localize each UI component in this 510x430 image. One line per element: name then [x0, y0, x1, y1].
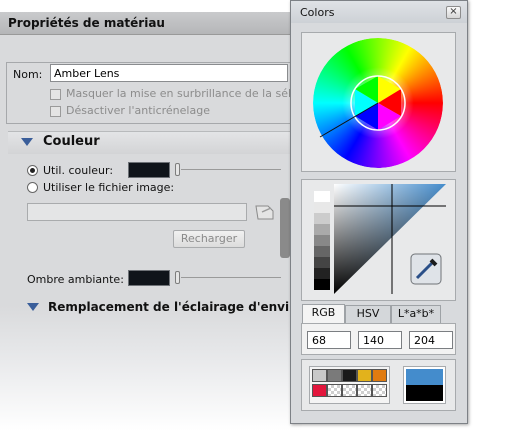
hide-highlight-label: Masquer la mise en surbrillance de la sé… — [66, 87, 302, 100]
shade-triangle[interactable] — [302, 180, 455, 300]
tab-rgb[interactable]: RGB — [302, 304, 345, 324]
color-swatch[interactable] — [128, 162, 170, 178]
ambient-swatch[interactable] — [128, 270, 170, 286]
color-wheel-panel — [301, 32, 456, 172]
gray-ramp[interactable] — [314, 191, 330, 290]
material-name-field[interactable] — [50, 64, 288, 82]
image-path-field[interactable] — [27, 203, 247, 221]
swatch-light-gray[interactable] — [312, 369, 327, 382]
tab-lab[interactable]: L*a*b* — [391, 305, 441, 323]
swatch-orange[interactable] — [372, 369, 387, 382]
swatch-yellow[interactable] — [357, 369, 372, 382]
current-color-swatch — [406, 369, 443, 385]
close-button[interactable]: × — [446, 6, 461, 19]
color-compare — [403, 366, 446, 404]
hide-highlight-checkbox[interactable] — [50, 89, 61, 100]
color-wheel[interactable] — [302, 33, 455, 171]
panel-title: Propriétés de matériau — [0, 12, 302, 35]
shade-picker-panel — [301, 179, 456, 301]
use-image-radio[interactable] — [27, 182, 38, 193]
swatch-empty[interactable] — [342, 384, 357, 397]
name-label: Nom: — [13, 68, 43, 81]
reload-button[interactable]: Recharger — [173, 230, 245, 248]
material-properties-panel: Propriétés de matériau Nom: Masquer la m… — [0, 0, 302, 430]
color-slider-handle[interactable] — [175, 163, 180, 176]
eyedropper-icon[interactable] — [410, 253, 442, 285]
disable-antialias-label: Désactiver l'anticrénelage — [66, 104, 210, 117]
blue-value-field[interactable] — [409, 331, 453, 349]
swatch-empty[interactable] — [327, 384, 342, 397]
swatch-gray[interactable] — [327, 369, 342, 382]
expand-env-triangle-icon[interactable] — [27, 303, 39, 311]
red-value-field[interactable] — [307, 331, 351, 349]
swatch-red[interactable] — [312, 384, 327, 397]
swatches-panel — [301, 359, 456, 411]
env-section-title: Remplacement de l'éclairage d'environnem… — [48, 300, 302, 314]
use-image-label: Utiliser le fichier image: — [43, 181, 175, 194]
previous-color-swatch[interactable] — [406, 385, 443, 401]
colors-window: Colors × RGB HSV L*a*b* 68 140 204 — [290, 0, 468, 424]
disable-antialias-checkbox[interactable] — [50, 106, 61, 117]
color-slider-track[interactable] — [181, 169, 281, 170]
use-color-label: Util. couleur: — [43, 164, 114, 177]
color-section-title: Couleur — [43, 134, 100, 149]
close-icon: × — [449, 6, 458, 17]
swatch-empty[interactable] — [372, 384, 387, 397]
folder-icon[interactable] — [254, 202, 276, 222]
green-value-field[interactable] — [358, 331, 402, 349]
swatch-black[interactable] — [342, 369, 357, 382]
use-color-radio[interactable] — [27, 165, 38, 176]
scrollbar-thumb[interactable] — [280, 198, 290, 258]
ambient-label: Ombre ambiante: — [27, 273, 124, 286]
colors-title: Colors — [300, 6, 335, 19]
swatch-empty[interactable] — [357, 384, 372, 397]
ambient-slider-handle[interactable] — [175, 271, 180, 284]
collapse-triangle-icon[interactable] — [21, 138, 33, 146]
ambient-slider-track[interactable] — [181, 277, 281, 278]
tab-hsv[interactable]: HSV — [345, 305, 391, 323]
